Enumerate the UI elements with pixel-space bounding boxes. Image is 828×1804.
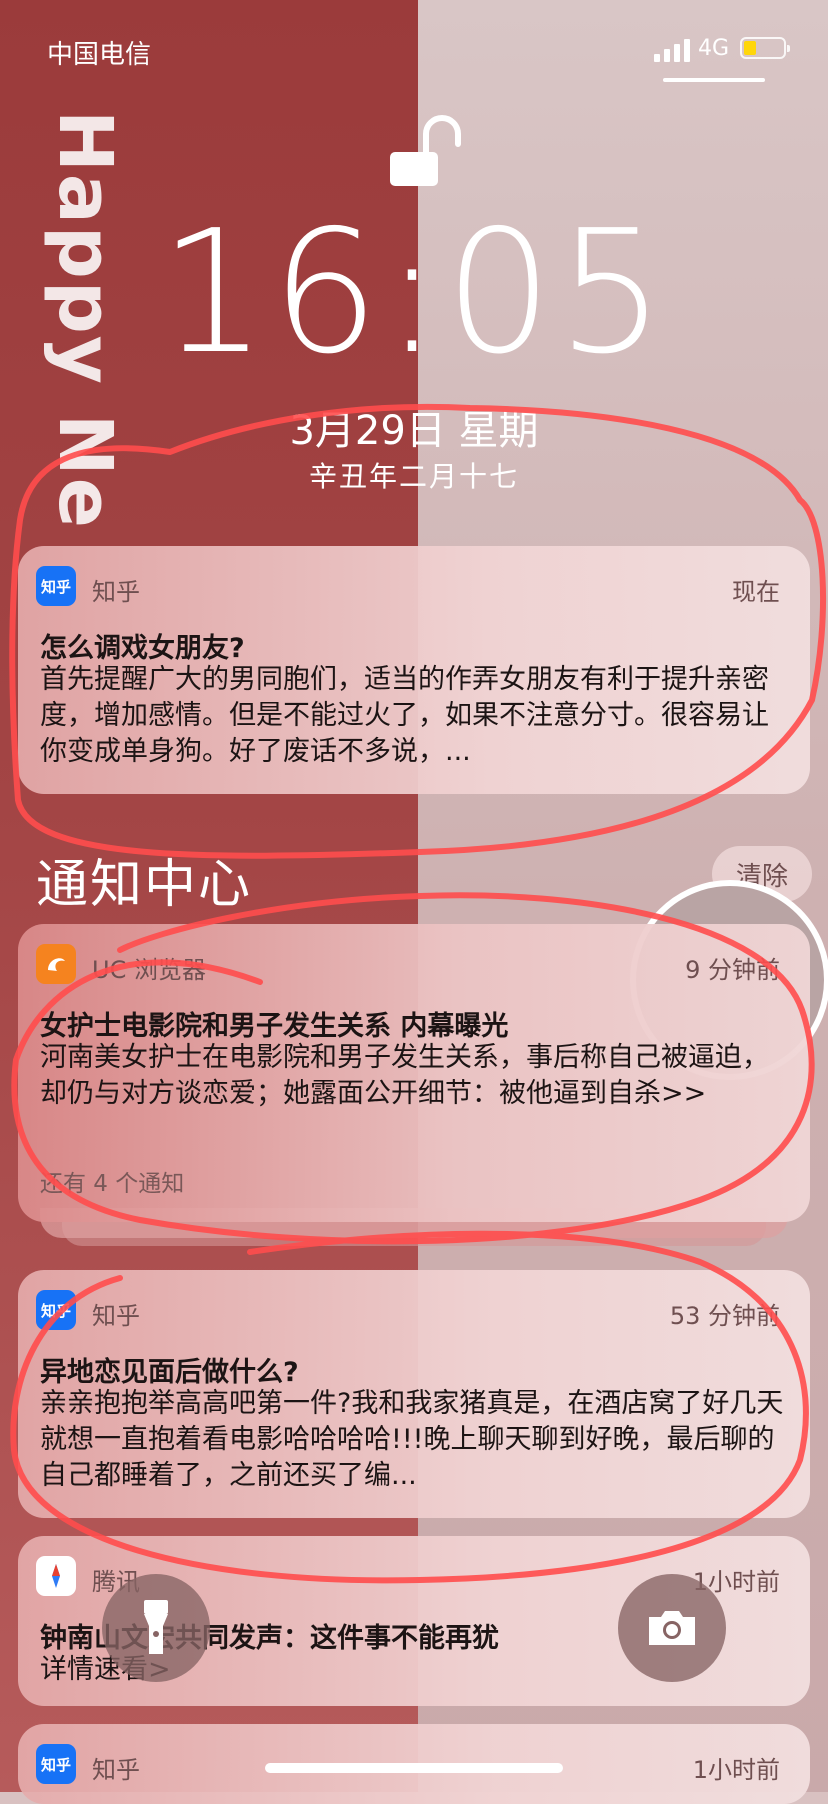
- notification-card[interactable]: 知乎 知乎 现在 怎么调戏女朋友? 首先提醒广大的男同胞们，适当的作弄女朋友有利…: [18, 546, 810, 794]
- flashlight-button[interactable]: [102, 1574, 210, 1682]
- notification-time: 现在: [732, 578, 780, 606]
- app-name: UC 浏览器: [92, 956, 206, 984]
- lock-date: 3月29日 星期: [289, 408, 539, 454]
- unlocked-padlock-icon: [386, 108, 468, 188]
- zhihu-app-icon: 知乎: [36, 1290, 76, 1330]
- app-name: 知乎: [92, 578, 140, 606]
- more-notifications-label[interactable]: 还有 4 个通知: [40, 1164, 184, 1198]
- control-center-indicator[interactable]: [663, 78, 765, 82]
- notification-title: 女护士电影院和男子发生关系 内幕曝光: [40, 1011, 509, 1042]
- carrier-label: 中国电信: [47, 40, 152, 70]
- notification-time: 53 分钟前: [669, 1302, 780, 1330]
- notification-time: 9 分钟前: [685, 956, 780, 984]
- notification-body: 河南美女护士在电影院和男子发生关系，事后称自己被逼迫，却仍与对方谈恋爱；她露面公…: [40, 1042, 769, 1109]
- flashlight-icon: [144, 1600, 168, 1654]
- signal-strength-icon: [654, 38, 690, 62]
- notification-header: 知乎 知乎 现在: [36, 566, 780, 608]
- notification-body: 亲亲抱抱举高高吧第一件?我和我家猪真是，在酒店窝了好几天就想一直抱着看电影哈哈哈…: [40, 1388, 784, 1491]
- notification-header: 知乎 知乎 53 分钟前: [36, 1290, 780, 1332]
- lock-clock: 16:05: [159, 194, 669, 392]
- notification-card-stack[interactable]: UC 浏览器 9 分钟前 女护士电影院和男子发生关系 内幕曝光 河南美女护士在电…: [18, 924, 810, 1222]
- camera-icon: [649, 1611, 695, 1645]
- tencent-news-app-icon: [36, 1556, 76, 1596]
- notification-time: 1小时前: [692, 1756, 780, 1784]
- notification-card[interactable]: 知乎 知乎 53 分钟前 异地恋见面后做什么? 亲亲抱抱举高高吧第一件?我和我家…: [18, 1270, 810, 1518]
- app-name: 知乎: [92, 1756, 140, 1784]
- zhihu-app-icon: 知乎: [36, 566, 76, 606]
- notification-body: 首先提醒广大的男同胞们，适当的作弄女朋友有利于提升亲密度，增加感情。但是不能过火…: [40, 664, 769, 767]
- app-name: 知乎: [92, 1302, 140, 1330]
- camera-button[interactable]: [618, 1574, 726, 1682]
- uc-browser-app-icon: [36, 944, 76, 984]
- network-type: 4G: [698, 36, 730, 61]
- notification-title: 怎么调戏女朋友?: [40, 633, 245, 664]
- battery-icon: [740, 37, 790, 59]
- notification-center-title: 通知中心: [36, 855, 253, 915]
- notification-title: 异地恋见面后做什么?: [40, 1357, 299, 1388]
- lunar-date: 辛丑年二月十七: [308, 460, 519, 493]
- notification-header: UC 浏览器 9 分钟前: [36, 944, 780, 986]
- home-indicator[interactable]: [265, 1763, 563, 1773]
- status-bar: 中国电信 4G: [0, 0, 828, 100]
- zhihu-app-icon: 知乎: [36, 1744, 76, 1784]
